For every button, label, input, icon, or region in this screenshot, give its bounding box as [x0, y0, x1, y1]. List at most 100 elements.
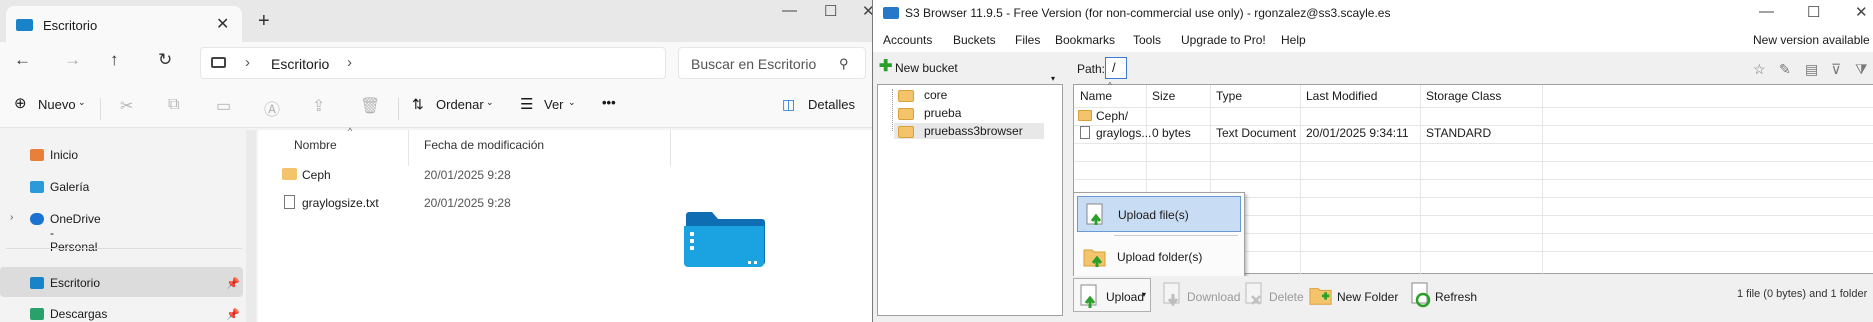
divider — [6, 248, 242, 249]
paste-icon[interactable]: ▭ — [216, 96, 231, 116]
bottom-toolbar: Upload ▾ Download Delete New Folder Refr… — [1073, 276, 1873, 316]
delete-button[interactable]: Delete — [1269, 290, 1304, 304]
menu-accounts[interactable]: Accounts — [883, 33, 932, 47]
cut-icon[interactable]: ✂ — [120, 96, 133, 116]
divider — [408, 130, 409, 166]
divider — [670, 130, 671, 166]
share-icon[interactable]: ⇪ — [312, 96, 325, 116]
refresh-icon — [1411, 282, 1431, 308]
breadcrumb[interactable]: Escritorio — [271, 56, 329, 72]
column-header-size[interactable]: Size — [1152, 89, 1175, 103]
filter-settings-icon[interactable]: ⧩ — [1855, 61, 1868, 78]
row-line — [1074, 161, 1873, 162]
nav-scrollbar[interactable] — [246, 130, 256, 322]
refresh-icon[interactable]: ↻ — [158, 50, 172, 70]
upload-folder-menu-item[interactable]: Upload folder(s) — [1077, 239, 1241, 275]
delete-icon — [1245, 282, 1262, 305]
menu-tools[interactable]: Tools — [1133, 33, 1161, 47]
minimize-button[interactable]: — — [782, 2, 797, 19]
dropdown-arrow-icon[interactable]: ▾ — [1051, 74, 1055, 83]
refresh-button[interactable]: Refresh — [1435, 290, 1477, 304]
divider — [1300, 85, 1301, 275]
more-options-button[interactable]: ••• — [602, 95, 616, 110]
new-bucket-button[interactable]: New bucket — [895, 61, 958, 75]
filter-icon[interactable]: ⊽ — [1831, 61, 1841, 78]
upload-icon — [1080, 284, 1097, 308]
file-list: ^ Nombre Fecha de modificación Ceph 20/0… — [258, 126, 872, 322]
divider — [1114, 235, 1238, 236]
rename-icon[interactable]: Ⓐ — [264, 96, 280, 120]
file-explorer-window: Escritorio ✕ + — ☐ ✕ ← → ↑ ↻ › Escritori… — [0, 0, 872, 322]
address-bar[interactable]: › Escritorio › — [200, 47, 666, 79]
search-input[interactable]: Buscar en Escritorio ⚲ — [678, 47, 866, 79]
bookmark-star-icon[interactable]: ☆ — [1753, 61, 1766, 78]
upload-dropdown-menu: Upload file(s) Upload folder(s) — [1073, 192, 1245, 278]
new-version-link[interactable]: New version available — [1753, 33, 1870, 47]
file-name: Ceph — [302, 168, 331, 182]
column-header-name[interactable]: Nombre — [294, 138, 337, 152]
new-button[interactable]: Nuevo — [38, 97, 76, 112]
maximize-button[interactable]: ☐ — [824, 2, 837, 20]
up-arrow-icon[interactable]: ↑ — [110, 50, 119, 70]
pin-icon[interactable]: 📌 — [226, 308, 240, 321]
object-name: Ceph/ — [1096, 109, 1129, 123]
menu-upgrade[interactable]: Upgrade to Pro! — [1181, 33, 1266, 47]
tab-title: Escritorio — [43, 18, 98, 33]
title-bar: S3 Browser 11.9.5 - Free Version (for no… — [873, 0, 1873, 28]
plus-circle-icon: ⊕ — [14, 95, 27, 112]
dropdown-arrow-icon: ▾ — [1142, 290, 1147, 299]
large-folder-icon — [684, 212, 765, 267]
sort-icon: ⇅ — [412, 96, 424, 112]
delete-icon[interactable]: 🗑 — [360, 96, 380, 116]
maximize-button[interactable]: ☐ — [1807, 3, 1820, 21]
details-button[interactable]: Detalles — [808, 97, 855, 112]
column-header-date[interactable]: Fecha de modificación — [424, 138, 544, 152]
view-button[interactable]: Ver — [544, 97, 564, 112]
folder-icon — [282, 168, 297, 180]
minimize-button[interactable]: — — [1759, 3, 1774, 20]
close-window-button[interactable]: ✕ — [862, 2, 872, 20]
copy-icon[interactable]: ⧉ — [168, 96, 179, 114]
upload-files-menu-item[interactable]: Upload file(s) — [1077, 196, 1241, 232]
status-text: 1 file (0 bytes) and 1 folder — [1737, 288, 1868, 300]
chevron-right-icon: › — [245, 54, 250, 71]
tree-line — [892, 89, 893, 131]
sort-button[interactable]: Ordenar — [436, 97, 484, 112]
nav-label: Inicio — [50, 148, 79, 162]
new-tab-button[interactable]: + — [258, 10, 270, 33]
object-type: Text Document — [1216, 126, 1297, 140]
edit-icon[interactable]: ✎ — [1779, 61, 1791, 78]
grid-icon[interactable]: ▤ — [1805, 61, 1818, 78]
file-date: 20/01/2025 9:28 — [424, 168, 511, 182]
window-title: S3 Browser 11.9.5 - Free Version (for no… — [905, 6, 1391, 20]
column-header-storage-class[interactable]: Storage Class — [1426, 89, 1501, 103]
path-label: Path: — [1077, 62, 1106, 76]
expand-chevron-icon[interactable]: › — [10, 212, 13, 223]
new-folder-button[interactable]: New Folder — [1337, 290, 1398, 304]
column-header-name[interactable]: Name — [1080, 89, 1112, 103]
pin-icon[interactable]: 📌 — [226, 277, 240, 290]
upload-button[interactable]: Upload ▾ — [1073, 278, 1151, 312]
divider — [100, 98, 101, 120]
bucket-name: pruebass3browser — [924, 124, 1023, 138]
object-name: graylogs... — [1096, 126, 1152, 140]
menu-help[interactable]: Help — [1281, 33, 1306, 47]
menu-buckets[interactable]: Buckets — [953, 33, 996, 47]
menu-bookmarks[interactable]: Bookmarks — [1055, 33, 1115, 47]
menu-files[interactable]: Files — [1015, 33, 1040, 47]
close-tab-icon[interactable]: ✕ — [216, 14, 229, 34]
column-header-type[interactable]: Type — [1216, 89, 1242, 103]
bucket-name: core — [924, 88, 948, 102]
path-input[interactable]: / — [1105, 57, 1127, 79]
divider — [398, 98, 399, 120]
column-header-last-modified[interactable]: Last Modified — [1306, 89, 1377, 103]
text-file-icon — [1080, 126, 1090, 139]
download-button[interactable]: Download — [1187, 290, 1240, 304]
close-window-button[interactable]: ✕ — [1855, 3, 1868, 21]
row-line — [1074, 179, 1873, 180]
download-icon — [30, 308, 44, 320]
back-arrow-icon[interactable]: ← — [14, 50, 31, 70]
forward-arrow-icon[interactable]: → — [64, 50, 81, 70]
desktop-icon — [30, 277, 44, 289]
tab-escritorio[interactable]: Escritorio ✕ — [6, 6, 242, 42]
